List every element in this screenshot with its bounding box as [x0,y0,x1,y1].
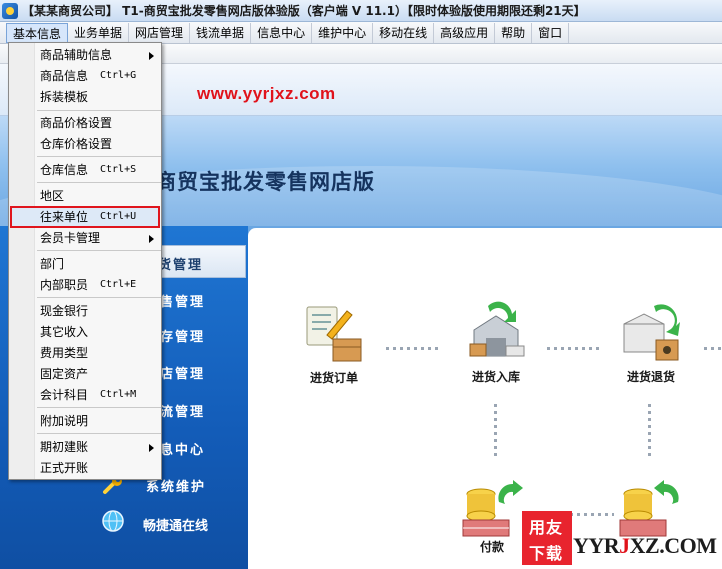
menu-help[interactable]: 帮助 [495,22,533,43]
menu-item-product-aux[interactable]: 商品辅助信息 [10,45,160,65]
flow-label-purchase-in[interactable]: 进货入库 [472,368,520,385]
menu-online-store[interactable]: 网店管理 [129,22,191,43]
menu-item-partners[interactable]: 往来单位 Ctrl+U [10,206,160,228]
flow-connector-vertical [648,404,651,456]
menu-separator [37,297,161,298]
menu-window[interactable]: 窗口 [532,22,570,43]
menu-separator [37,433,161,434]
menu-item-department[interactable]: 部门 [10,254,160,274]
menu-basic-info[interactable]: 基本信息 [6,22,69,43]
sidebar-item-cashflow[interactable]: 流管理 [160,401,205,420]
shortcut-label: Ctrl+M [100,389,137,400]
menu-advanced[interactable]: 高级应用 [434,22,496,43]
menu-business-docs[interactable]: 业务单据 [68,22,130,43]
menu-separator [37,156,161,157]
menu-info-center[interactable]: 信息中心 [251,22,313,43]
menu-item-other-income[interactable]: 其它收入 [10,322,160,342]
menu-separator [37,182,161,183]
shortcut-label: Ctrl+S [100,164,137,175]
menu-item-start-accounts[interactable]: 正式开账 [10,458,160,478]
menu-item-fixed-assets[interactable]: 固定资产 [10,364,160,384]
menu-separator [37,407,161,408]
sidebar-item-online[interactable]: 畅捷通在线 [143,515,208,534]
flow-connector-vertical [494,404,497,456]
menu-item-warehouse-info[interactable]: 仓库信息 Ctrl+S [10,160,160,180]
sidebar-item-info[interactable]: 息中心 [160,439,205,458]
watermark-logo-text: 用友 [529,518,564,537]
flow-connector [386,347,438,350]
warehouse-receive-icon[interactable] [466,300,528,362]
sidebar-item-purchase[interactable]: 货管理 [158,254,203,273]
menu-item-opening-setup[interactable]: 期初建账 [10,437,160,457]
menu-maintenance[interactable]: 维护中心 [312,22,374,43]
flow-label-purchase-order[interactable]: 进货订单 [310,369,358,386]
payment-icon[interactable] [461,478,523,540]
menu-separator [37,250,161,251]
basic-info-dropdown: 商品辅助信息 商品信息 Ctrl+G 拆装模板 商品价格设置 仓库价格设置 仓库… [8,42,162,480]
title-bar: 【某某商贸公司】 T1-商贸宝批发零售网店版体验版（客户端 V 11.1）【限时… [0,0,722,22]
menu-separator [37,110,161,111]
purchase-return-icon[interactable] [620,302,682,364]
shortcut-label: Ctrl+G [100,70,137,81]
menu-item-expense-type[interactable]: 费用类型 [10,343,160,363]
watermark-logo-text: 下载 [529,544,564,563]
flow-connector [570,513,614,516]
purchase-order-icon[interactable] [303,301,365,363]
app-icon [2,2,18,19]
window-title: 【某某商贸公司】 T1-商贸宝批发零售网店版体验版（客户端 V 11.1）【限时… [22,4,586,18]
menu-item-member-card[interactable]: 会员卡管理 [10,228,160,248]
menu-bar: 基本信息 业务单据 网店管理 钱流单据 信息中心 维护中心 移动在线 高级应用 … [0,22,722,44]
menu-item-product-info[interactable]: 商品信息 Ctrl+G [10,66,160,86]
sidebar-item-store[interactable]: 店管理 [160,363,205,382]
sidebar-item-sales[interactable]: 售管理 [160,291,205,310]
submenu-arrow-icon [149,444,154,452]
flow-label-payment[interactable]: 付款 [480,538,504,555]
menu-item-region[interactable]: 地区 [10,186,160,206]
shortcut-label: Ctrl+U [100,211,137,222]
sidebar-item-inventory[interactable]: 存管理 [160,326,205,345]
flow-connector [704,347,722,350]
menu-item-product-price[interactable]: 商品价格设置 [10,113,160,133]
flow-label-purchase-return[interactable]: 进货退货 [627,368,675,385]
menu-item-staff[interactable]: 内部职员 Ctrl+E [10,275,160,295]
shortcut-label: Ctrl+E [100,279,137,290]
menu-cash-docs[interactable]: 钱流单据 [190,22,252,43]
submenu-arrow-icon [149,235,154,243]
menu-item-accounts[interactable]: 会计科目 Ctrl+M [10,385,160,405]
menu-item-warehouse-price[interactable]: 仓库价格设置 [10,134,160,154]
menu-item-cash-bank[interactable]: 现金银行 [10,301,160,321]
submenu-arrow-icon [149,52,154,60]
menu-item-notes[interactable]: 附加说明 [10,411,160,431]
receipt-coin-icon[interactable] [618,478,680,540]
globe-icon [102,510,124,532]
menu-mobile[interactable]: 移动在线 [373,22,435,43]
flow-connector [547,347,599,350]
product-title: 商贸宝批发零售网店版 [155,170,375,194]
watermark-domain: YYRJXZ.COM [573,533,717,558]
site-url: www.yyrjxz.com [197,84,336,103]
menu-item-assembly-template[interactable]: 拆装模板 [10,87,160,107]
